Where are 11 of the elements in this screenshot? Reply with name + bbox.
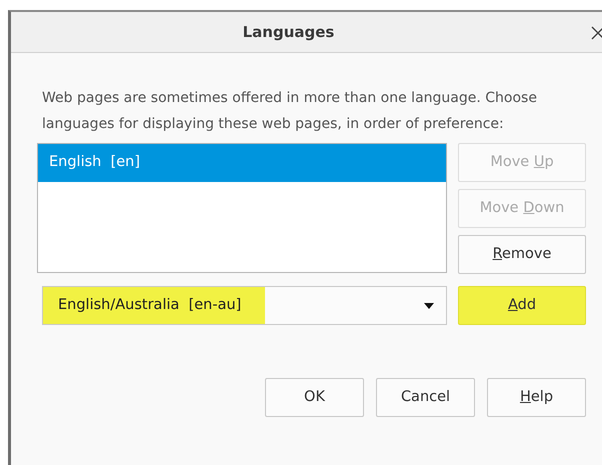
dialog-button[interactable]: OK [265, 378, 364, 417]
list-action-button[interactable]: Remove [458, 235, 586, 274]
description-text: Web pages are sometimes offered in more than one language. Choose languages for displaying these web pages, in order of preference: [42, 89, 538, 134]
close-icon[interactable] [591, 26, 602, 40]
window-title: Languages [242, 22, 334, 43]
dialog-button[interactable]: Help [487, 378, 586, 417]
add-button[interactable]: Add [458, 286, 586, 325]
selected-language: English/Australia [en-au] [43, 287, 266, 324]
language-dropdown[interactable]: English/Australia [en-au] [42, 286, 447, 325]
dropdown-caret-icon [424, 302, 434, 308]
dialog-button[interactable]: Cancel [376, 378, 475, 417]
